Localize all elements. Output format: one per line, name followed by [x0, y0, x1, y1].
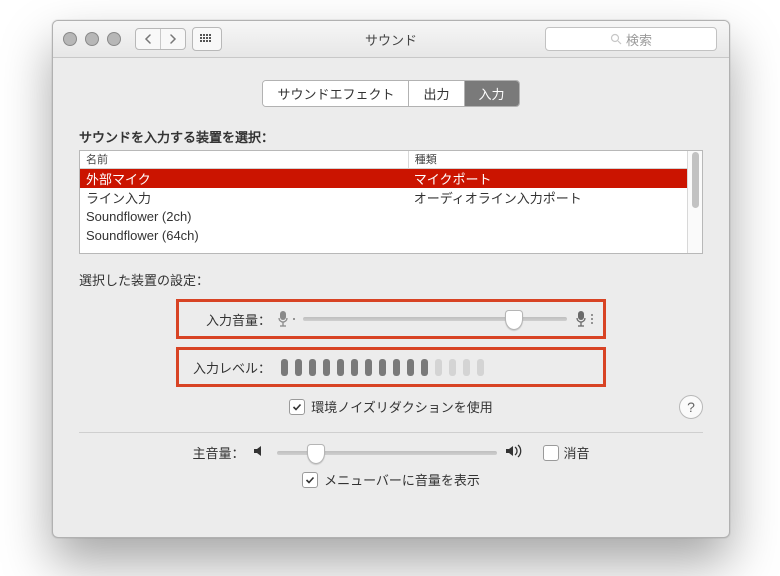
tab-output[interactable]: 出力	[408, 81, 463, 106]
tab-input[interactable]: 入力	[464, 81, 519, 106]
level-segment	[407, 359, 414, 376]
level-segment	[379, 359, 386, 376]
window-controls	[63, 32, 121, 46]
level-segment	[365, 359, 372, 376]
level-segment	[351, 359, 358, 376]
help-button[interactable]: ?	[679, 395, 703, 419]
speaker-low-icon	[253, 444, 269, 461]
master-volume-label: 主音量：	[192, 443, 244, 462]
master-volume-knob[interactable]	[307, 444, 325, 464]
master-volume-slider[interactable]	[277, 451, 497, 455]
show-in-menubar-checkbox[interactable]	[302, 472, 318, 488]
device-type: オーディオライン入力ポート	[408, 188, 687, 207]
close-window-button[interactable]	[63, 32, 77, 46]
col-header-name[interactable]: 名前	[80, 151, 409, 168]
forward-button[interactable]	[160, 29, 185, 49]
select-input-device-label: サウンドを入力する装置を選択：	[79, 127, 703, 146]
device-row[interactable]: ライン入力オーディオライン入力ポート	[80, 188, 687, 207]
level-segment	[337, 359, 344, 376]
noise-reduction-row: 環境ノイズリダクションを使用 ?	[79, 397, 703, 416]
zoom-window-button[interactable]	[107, 32, 121, 46]
mute-checkbox[interactable]	[543, 445, 559, 461]
col-header-type[interactable]: 種類	[409, 151, 687, 168]
mic-low-icon	[277, 310, 295, 328]
level-segment	[477, 359, 484, 376]
device-name: 外部マイク	[80, 169, 408, 188]
menubar-volume-row: メニューバーに音量を表示	[79, 470, 703, 489]
speaker-high-icon	[505, 444, 527, 461]
nav-segmented	[135, 28, 186, 50]
master-volume-row: 主音量： 消音	[79, 443, 703, 462]
level-segment	[421, 359, 428, 376]
grid-icon	[200, 34, 214, 44]
noise-reduction-label: 環境ノイズリダクションを使用	[311, 397, 493, 416]
input-level-label: 入力レベル：	[189, 358, 271, 377]
selected-device-settings-label: 選択した装置の設定：	[79, 270, 703, 289]
table-header: 名前 種類	[80, 151, 687, 169]
search-icon	[610, 33, 622, 45]
device-row[interactable]: 外部マイクマイクポート	[80, 169, 687, 188]
level-segment	[463, 359, 470, 376]
tab-sound-effects[interactable]: サウンドエフェクト	[263, 81, 408, 106]
level-segment	[295, 359, 302, 376]
device-name: ライン入力	[80, 188, 408, 207]
table-scrollbar[interactable]	[687, 151, 702, 253]
titlebar: サウンド 検索	[53, 21, 729, 58]
sound-preferences-window: サウンド 検索 サウンドエフェクト 出力 入力 サウンドを入力する装置を選択： …	[52, 20, 730, 538]
input-level-meter	[281, 359, 593, 376]
input-volume-knob[interactable]	[505, 310, 523, 330]
level-segment	[323, 359, 330, 376]
noise-reduction-checkbox[interactable]	[289, 399, 305, 415]
sound-tabs: サウンドエフェクト 出力 入力	[262, 80, 519, 107]
search-field[interactable]: 検索	[545, 27, 717, 51]
scrollbar-thumb[interactable]	[692, 152, 699, 208]
device-row[interactable]: Soundflower (64ch)	[80, 226, 687, 245]
input-device-table: 名前 種類 外部マイクマイクポートライン入力オーディオライン入力ポートSound…	[79, 150, 703, 254]
input-volume-row: 入力音量：	[176, 299, 606, 339]
minimize-window-button[interactable]	[85, 32, 99, 46]
device-row[interactable]: Soundflower (2ch)	[80, 207, 687, 226]
level-segment	[435, 359, 442, 376]
mic-high-icon	[575, 310, 593, 328]
device-name: Soundflower (64ch)	[80, 228, 408, 243]
device-type: マイクポート	[408, 169, 687, 188]
show-in-menubar-label: メニューバーに音量を表示	[324, 470, 480, 489]
level-segment	[449, 359, 456, 376]
level-segment	[281, 359, 288, 376]
input-volume-label: 入力音量：	[189, 310, 271, 329]
input-volume-slider[interactable]	[303, 317, 567, 321]
show-all-button[interactable]	[192, 27, 222, 51]
input-level-row: 入力レベル：	[176, 347, 606, 387]
mute-label: 消音	[564, 443, 590, 462]
level-segment	[309, 359, 316, 376]
level-segment	[393, 359, 400, 376]
device-name: Soundflower (2ch)	[80, 209, 408, 224]
separator	[79, 432, 703, 433]
back-button[interactable]	[136, 29, 160, 49]
search-placeholder: 検索	[626, 30, 652, 49]
